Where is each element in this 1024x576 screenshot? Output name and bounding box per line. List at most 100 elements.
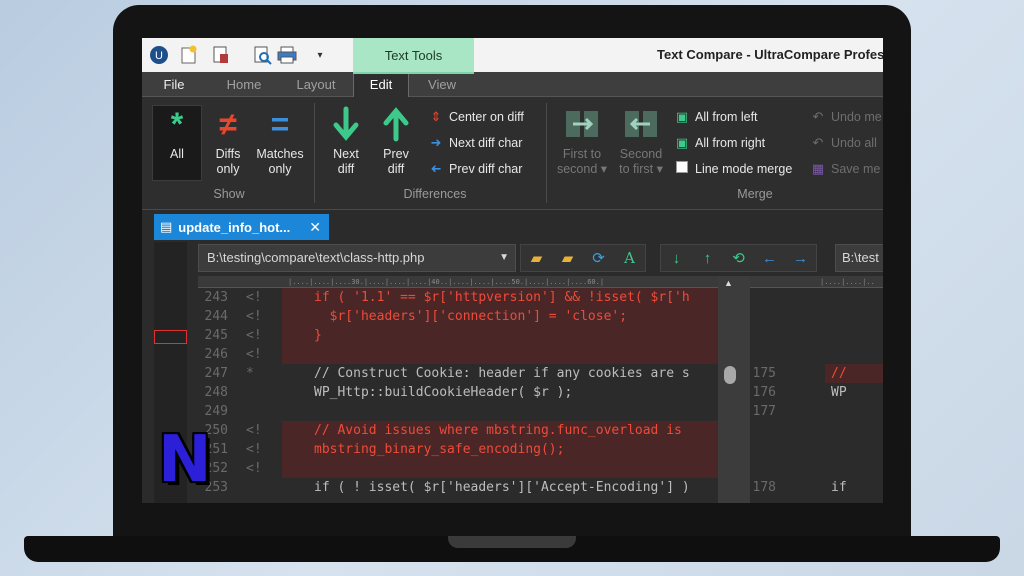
right-column-ruler: |....|....|..: [750, 276, 883, 288]
all-from-left-label: All from left: [695, 110, 758, 124]
second-to-first-button[interactable]: Second to first ▾: [612, 105, 670, 177]
left-path-field[interactable]: B:\testing\compare\text\class-http.php ▼: [198, 244, 516, 272]
first-to-second-button[interactable]: First to second ▾: [554, 105, 610, 177]
code-line[interactable]: 245 <!}: [198, 326, 718, 345]
print-preview-icon[interactable]: [250, 38, 276, 72]
code-line[interactable]: [750, 345, 883, 364]
all-from-left-icon: ▣: [675, 109, 689, 124]
arrow-left-icon: ➜: [430, 161, 442, 176]
code-line[interactable]: 177: [750, 402, 883, 421]
arrow-up-icon: [381, 105, 411, 147]
prev-diff-char-button[interactable]: ➜ Prev diff char: [428, 161, 523, 177]
tab-view[interactable]: View: [418, 72, 466, 97]
arrow-up-icon[interactable]: ↑: [692, 250, 723, 267]
code-line[interactable]: [750, 459, 883, 478]
code-line[interactable]: 178 if: [750, 478, 883, 497]
document-tab[interactable]: ▤ update_info_hot... ✕: [154, 214, 329, 240]
refresh-icon[interactable]: ⟲: [723, 249, 754, 267]
code-line[interactable]: [750, 288, 883, 307]
print-icon[interactable]: [274, 38, 300, 72]
code-line[interactable]: [750, 440, 883, 459]
new-file-icon[interactable]: [176, 38, 202, 72]
code-text: [282, 345, 718, 364]
close-icon[interactable]: ✕: [309, 219, 321, 236]
matches-only-button[interactable]: = Matches only: [252, 105, 308, 177]
line-number: 178: [752, 480, 776, 495]
scroll-up-icon[interactable]: ▲: [724, 278, 733, 288]
code-line[interactable]: 250 <!// Avoid issues where mbstring.func…: [198, 421, 718, 440]
undo-all-button[interactable]: ↶ Undo all: [810, 135, 877, 151]
arrow-right-icon[interactable]: →: [785, 250, 816, 267]
scroll-thumb[interactable]: [724, 366, 736, 384]
arrow-left-icon[interactable]: ←: [754, 250, 785, 267]
code-line[interactable]: 175 //: [750, 364, 883, 383]
document-tab-strip: ▤ update_info_hot... ✕: [142, 210, 883, 240]
code-line[interactable]: 251 <! mbstring_binary_safe_encoding();: [198, 440, 718, 459]
code-line[interactable]: 247 * // Construct Cookie: header if any c…: [198, 364, 718, 383]
line-mode-merge-checkbox[interactable]: Line mode merge: [674, 161, 792, 176]
next-diff-button[interactable]: Next diff: [324, 105, 368, 177]
sync-icon[interactable]: ⟳: [583, 249, 614, 267]
group-label-differences: Differences: [403, 187, 467, 201]
title-bar: U ▾ Text Tools Text Compare - UltraCompa…: [142, 38, 883, 72]
context-tab-text-tools[interactable]: Text Tools: [353, 38, 474, 72]
report-icon[interactable]: [208, 38, 234, 72]
all-from-right-button[interactable]: ▣ All from right: [674, 135, 765, 151]
code-line[interactable]: 248 WP_Http::buildCookieHeader( $r );: [198, 383, 718, 402]
prev-diff-button[interactable]: Prev diff: [374, 105, 418, 177]
code-line[interactable]: 244 <! $r['headers']['connection'] = 'clo…: [198, 307, 718, 326]
app-logo-icon[interactable]: U: [146, 38, 172, 72]
group-label-merge: Merge: [737, 187, 773, 201]
overview-position-marker[interactable]: [154, 330, 187, 344]
qat-customize-icon[interactable]: ▾: [310, 38, 330, 72]
code-line[interactable]: 243 <! if ( '1.1' == $r['httpversion'] && …: [198, 288, 718, 307]
left-file-toolbar: ▰ ▰ ⟳ A: [520, 244, 646, 272]
asterisk-icon: *: [170, 106, 184, 142]
code-line[interactable]: 253 if ( ! isset( $r['headers']['Accept-E…: [198, 478, 718, 497]
vertical-scrollbar[interactable]: ▲: [718, 276, 750, 503]
code-line[interactable]: [750, 307, 883, 326]
window-title: Text Compare - UltraCompare Profes: [657, 47, 883, 62]
tab-layout[interactable]: Layout: [288, 72, 344, 97]
line-number: 176: [752, 385, 776, 400]
tab-edit[interactable]: Edit: [353, 72, 409, 98]
tab-file[interactable]: File: [152, 72, 196, 97]
undo-merge-button[interactable]: ↶ Undo me: [810, 109, 882, 125]
open-folder-icon[interactable]: ▰: [521, 249, 552, 267]
overlay-logo: N: [158, 423, 212, 497]
code-line[interactable]: [750, 421, 883, 440]
diffs-only-button[interactable]: ≠ Diffs only: [206, 105, 250, 177]
left-editor-pane[interactable]: 243 <! if ( '1.1' == $r['httpversion'] && …: [198, 288, 718, 503]
save-merge-button[interactable]: ▦ Save me: [810, 161, 881, 177]
arrow-down-icon[interactable]: ↓: [661, 250, 692, 267]
compare-doc-icon: ▤: [160, 219, 173, 234]
code-line[interactable]: [750, 326, 883, 345]
right-path-field[interactable]: B:\test: [835, 244, 883, 272]
code-line[interactable]: 246 <!: [198, 345, 718, 364]
show-all-button[interactable]: * All: [152, 105, 202, 162]
right-editor-pane[interactable]: 175 // 176 WP 177 178 if: [750, 288, 883, 503]
ribbon-separator: [546, 103, 547, 203]
undo-icon: ↶: [812, 109, 824, 124]
diff-marker: <!: [246, 442, 262, 457]
tab-home[interactable]: Home: [218, 72, 270, 97]
first-to-second-label-1: First to: [562, 147, 602, 161]
center-on-diff-button[interactable]: ⇕ Center on diff: [428, 109, 524, 125]
font-icon[interactable]: A: [614, 249, 645, 267]
code-line[interactable]: 252 <!: [198, 459, 718, 478]
code-line[interactable]: 249: [198, 402, 718, 421]
next-diff-char-button[interactable]: ➜ Next diff char: [428, 135, 523, 151]
next-diff-char-label: Next diff char: [449, 136, 523, 150]
all-from-left-button[interactable]: ▣ All from left: [674, 109, 758, 125]
code-line[interactable]: 176 WP: [750, 383, 883, 402]
checkbox-icon: [674, 161, 690, 176]
browse-folder-icon[interactable]: ▰: [552, 249, 583, 267]
second-to-first-label-1: Second: [619, 147, 663, 161]
merge-right-icon: [563, 105, 601, 147]
line-number: 175: [752, 366, 776, 381]
chevron-down-icon[interactable]: ▼: [499, 245, 509, 271]
ribbon: * All ≠ Diffs only = Matches only Show N…: [142, 97, 883, 210]
